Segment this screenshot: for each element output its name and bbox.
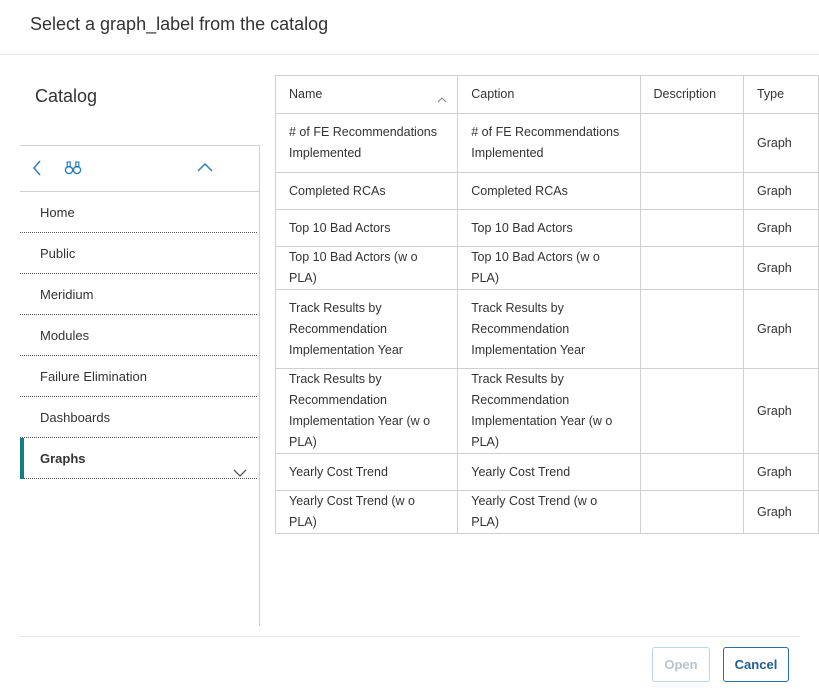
nav-item-label: Modules	[40, 328, 90, 343]
cell-name: Top 10 Bad Actors	[274, 209, 459, 247]
catalog-heading: Catalog	[35, 86, 98, 106]
table-row[interactable]: Yearly Cost Trend Yearly Cost Trend Grap…	[274, 453, 819, 491]
dialog-header: Select a graph_label from the catalog	[0, 0, 819, 55]
catalog-nav-list: Home Public Meridium Modules Failure Eli…	[20, 192, 259, 479]
binoculars-icon[interactable]	[64, 159, 82, 177]
table-row[interactable]: Track Results by Recommendation Implemen…	[274, 289, 819, 369]
sidebar-toolbar	[20, 146, 259, 192]
column-header-label: Caption	[471, 87, 515, 101]
column-header-name[interactable]: Name	[274, 75, 459, 114]
chevron-down-icon[interactable]	[233, 453, 247, 477]
cell-description	[639, 490, 744, 534]
cell-name: Track Results by Recommendation Implemen…	[274, 289, 459, 369]
nav-item-label: Home	[40, 205, 75, 220]
cell-type: Graph	[742, 368, 819, 454]
nav-item-home[interactable]: Home	[20, 192, 257, 233]
cell-type: Graph	[742, 172, 819, 210]
column-header-label: Name	[289, 87, 323, 101]
cell-type: Graph	[742, 289, 819, 369]
catalog-table: Name Caption Description Type # of FE Re…	[274, 75, 819, 534]
table-row[interactable]: Track Results by Recommendation Implemen…	[274, 368, 819, 454]
column-header-caption[interactable]: Caption	[457, 75, 641, 114]
column-header-label: Description	[653, 87, 717, 101]
catalog-table-container: Name Caption Description Type # of FE Re…	[274, 75, 819, 534]
cell-caption: Top 10 Bad Actors	[457, 209, 641, 247]
cell-caption: Top 10 Bad Actors (w o PLA)	[457, 246, 641, 290]
nav-item-graphs[interactable]: Graphs	[20, 438, 257, 479]
cell-caption: Yearly Cost Trend (w o PLA)	[457, 490, 641, 534]
cell-name: Track Results by Recommendation Implemen…	[274, 368, 459, 454]
nav-item-label: Graphs	[40, 451, 86, 466]
cell-type: Graph	[742, 113, 819, 173]
cell-type: Graph	[742, 209, 819, 247]
catalog-sidebar: Home Public Meridium Modules Failure Eli…	[20, 145, 260, 626]
cell-name: Completed RCAs	[274, 172, 459, 210]
nav-item-label: Dashboards	[40, 410, 111, 425]
table-row[interactable]: Yearly Cost Trend (w o PLA) Yearly Cost …	[274, 490, 819, 534]
chevron-left-icon[interactable]	[29, 159, 47, 177]
table-row[interactable]: Top 10 Bad Actors (w o PLA) Top 10 Bad A…	[274, 246, 819, 290]
table-row[interactable]: # of FE Recommendations Implemented # of…	[274, 113, 819, 173]
table-row[interactable]: Top 10 Bad Actors Top 10 Bad Actors Grap…	[274, 209, 819, 247]
catalog-dialog: Select a graph_label from the catalog Ca…	[0, 0, 819, 691]
cell-name: # of FE Recommendations Implemented	[274, 113, 459, 173]
nav-item-label: Public	[40, 246, 76, 261]
table-header-row: Name Caption Description Type	[274, 75, 819, 114]
cell-name: Yearly Cost Trend (w o PLA)	[274, 490, 459, 534]
cell-description	[639, 246, 744, 290]
sort-ascending-icon[interactable]	[437, 90, 447, 103]
cell-description	[639, 113, 744, 173]
dialog-title: Select a graph_label from the catalog	[30, 14, 329, 34]
table-row[interactable]: Completed RCAs Completed RCAs Graph	[274, 172, 819, 210]
footer-divider	[20, 636, 799, 637]
nav-item-label: Failure Elimination	[40, 369, 147, 384]
cell-description	[639, 209, 744, 247]
cell-description	[639, 453, 744, 491]
column-header-label: Type	[756, 87, 785, 101]
cell-type: Graph	[742, 490, 819, 534]
cell-name: Yearly Cost Trend	[274, 453, 459, 491]
nav-item-dashboards[interactable]: Dashboards	[20, 397, 257, 438]
column-header-type[interactable]: Type	[742, 75, 819, 114]
cell-caption: Track Results by Recommendation Implemen…	[457, 368, 641, 454]
cell-description	[639, 289, 744, 369]
cell-caption: Yearly Cost Trend	[457, 453, 641, 491]
cell-name: Top 10 Bad Actors (w o PLA)	[274, 246, 459, 290]
column-header-description[interactable]: Description	[639, 75, 744, 114]
open-button[interactable]: Open	[652, 647, 710, 682]
cell-description	[639, 368, 744, 454]
nav-item-public[interactable]: Public	[20, 233, 257, 274]
cell-caption: Completed RCAs	[457, 172, 641, 210]
nav-item-failure-elimination[interactable]: Failure Elimination	[20, 356, 257, 397]
nav-item-meridium[interactable]: Meridium	[20, 274, 257, 315]
chevron-up-icon[interactable]	[196, 159, 214, 177]
cell-caption: # of FE Recommendations Implemented	[457, 113, 641, 173]
cell-type: Graph	[742, 453, 819, 491]
cell-caption: Track Results by Recommendation Implemen…	[457, 289, 641, 369]
cell-type: Graph	[742, 246, 819, 290]
cell-description	[639, 172, 744, 210]
cancel-button[interactable]: Cancel	[723, 647, 789, 682]
nav-item-modules[interactable]: Modules	[20, 315, 257, 356]
nav-item-label: Meridium	[40, 287, 94, 302]
